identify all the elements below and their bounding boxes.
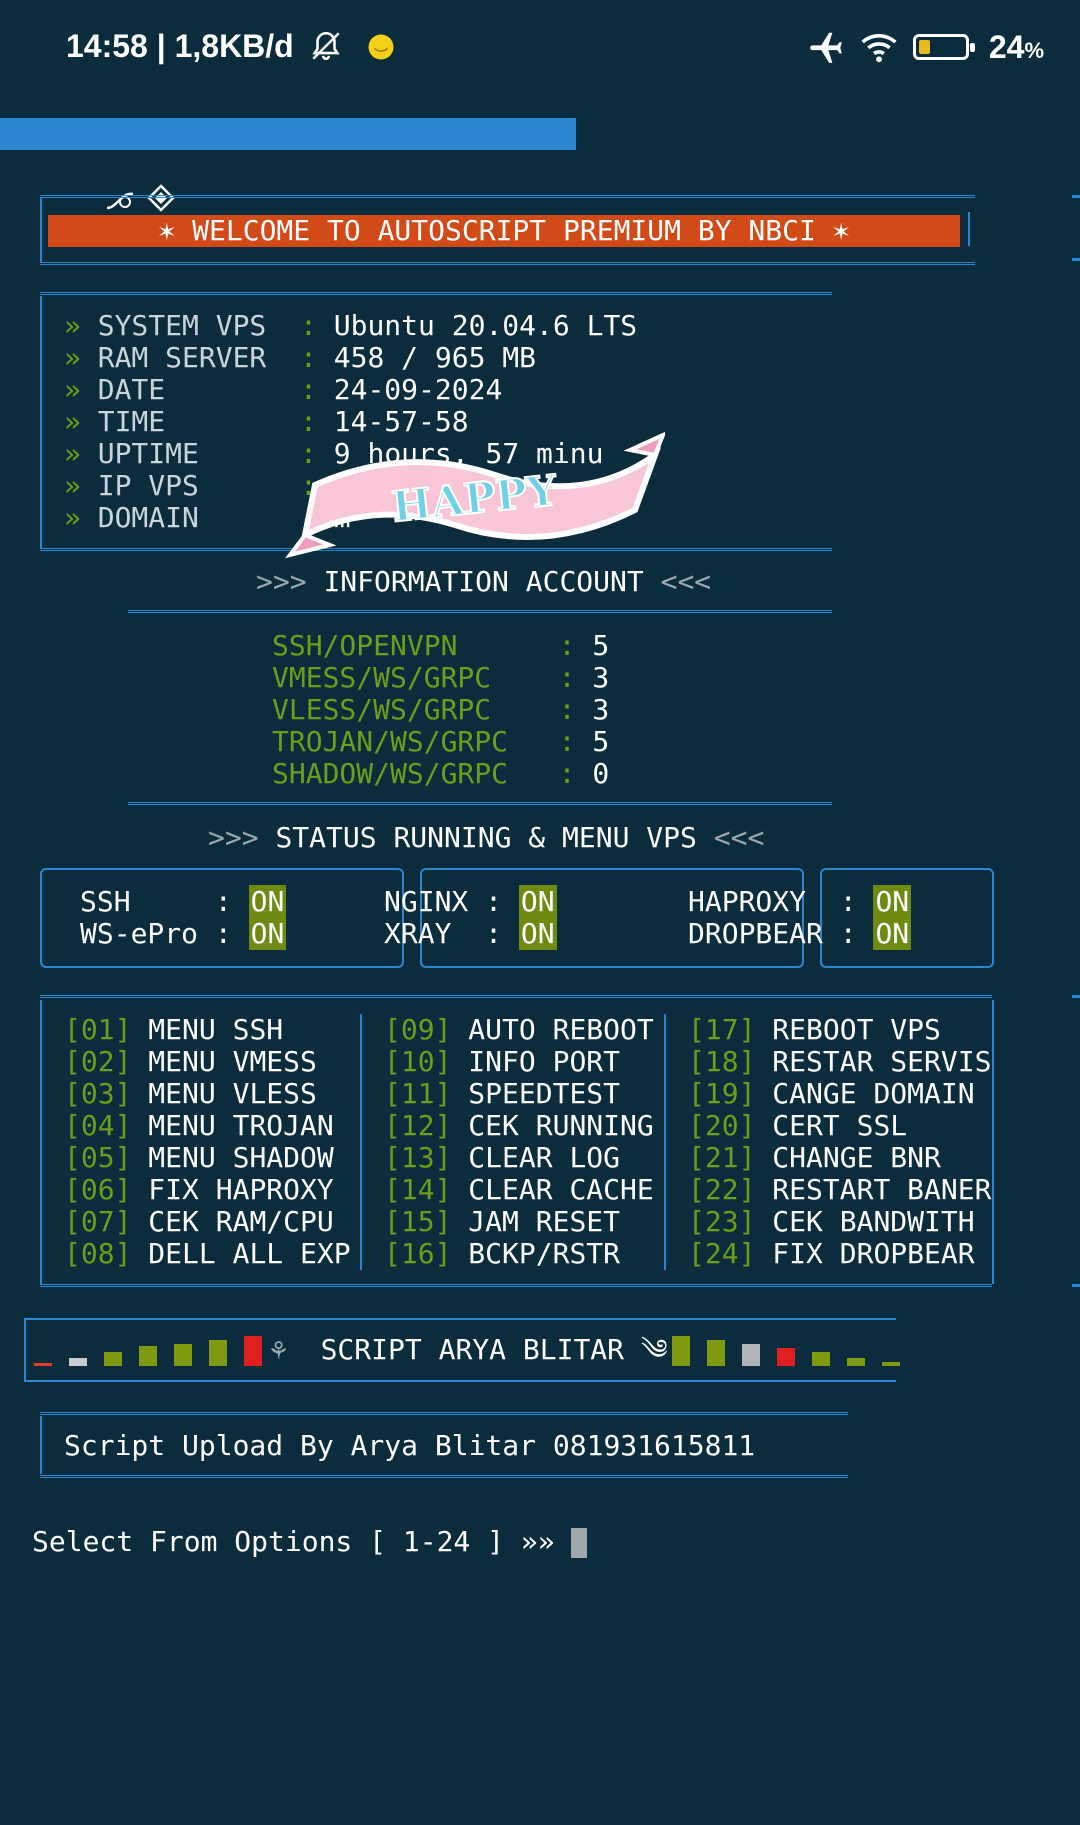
status-left: 14:58 | 1,8KB/d [66,28,396,65]
account-border-bottom [128,802,832,805]
account-row: TROJAN/WS/GRPC : 5 [272,725,610,758]
equalizer-bar [882,1362,900,1366]
menu-item-03[interactable]: [03] MENU VLESS [64,1078,351,1110]
menu-separator [664,1014,666,1270]
network-speed: 1,8KB/d [174,28,294,64]
battery-percent: 24 [988,28,1025,65]
menu-item-22[interactable]: [22] RESTART BANER [688,1174,991,1206]
service-nginx: NGINX : ON [384,885,557,918]
menu-item-07[interactable]: [07] CEK RAM/CPU [64,1206,351,1238]
upload-text: Script Upload By Arya Blitar 08193161581… [64,1429,756,1462]
service-ws-epro: WS-ePro : ON [80,917,287,950]
menu-item-19[interactable]: [19] CANGE DOMAIN [688,1078,991,1110]
equalizer-bar [139,1346,157,1366]
terminal-cursor[interactable] [571,1528,588,1558]
upload-border-bottom [40,1475,848,1478]
menu-item-04[interactable]: [04] MENU TROJAN [64,1110,351,1142]
system-border-top [40,292,832,295]
menu-separator [360,1014,362,1270]
bell-off-icon [311,31,340,60]
equalizer-bar [847,1358,865,1366]
account-border-top [128,610,832,613]
status-right: 24% [807,28,1044,66]
account-row: VMESS/WS/GRPC : 3 [272,661,610,694]
equalizer-bar [812,1352,830,1366]
menu-item-17[interactable]: [17] REBOOT VPS [688,1014,991,1046]
wifi-icon [861,34,897,63]
swirl-icon: ༄ [640,1333,668,1366]
flower-icon: ⚘ [270,1333,287,1366]
equalizer-bar [69,1358,87,1366]
account-row: VLESS/WS/GRPC : 3 [272,693,610,726]
menu-border-bottom [40,1284,992,1287]
emoji-icon [368,34,393,60]
welcome-banner: ✶ WELCOME TO AUTOSCRIPT PREMIUM BY NBCI … [48,215,960,247]
system-row: » SYSTEM VPS : Ubuntu 20.04.6 LTS [64,309,638,342]
menu-item-15[interactable]: [15] JAM RESET [384,1206,654,1238]
menu-column-2: [09] AUTO REBOOT [10] INFO PORT [11] SPEED… [384,1014,654,1270]
menu-item-18[interactable]: [18] RESTAR SERVIS [688,1046,991,1078]
service-ssh: SSH : ON [80,885,287,918]
equalizer-bar [174,1344,192,1366]
system-row: » RAM SERVER : 458 / 965 MB [64,341,537,374]
equalizer-bar [742,1344,760,1366]
equalizer-bar [34,1363,52,1366]
menu-item-14[interactable]: [14] CLEAR CACHE [384,1174,654,1206]
airplane-icon [810,32,842,63]
script-name: ⚘ SCRIPT ARYA BLITAR ༄ [270,1333,668,1366]
menu-column-3: [17] REBOOT VPS [18] RESTAR SERVIS [19] CA… [688,1014,991,1270]
menu-item-23[interactable]: [23] CEK BANDWITH [688,1206,991,1238]
menu-item-13[interactable]: [13] CLEAR LOG [384,1142,654,1174]
battery-icon [912,34,975,60]
equalizer-bar [777,1348,795,1366]
account-list: SSH/OPENVPN : 5 VMESS/WS/GRPC : 3 VLESS/WS… [272,630,609,790]
equalizer-bar [707,1340,725,1366]
account-title: >>> INFORMATION ACCOUNT <<< [256,565,712,598]
status-bar: 14:58 | 1,8KB/d 24% [0,0,1080,100]
menu-item-24[interactable]: [24] FIX DROPBEAR [688,1238,991,1270]
welcome-right-edge [968,212,970,246]
menu-item-16[interactable]: [16] BCKP/RSTR [384,1238,654,1270]
account-row: SHADOW/WS/GRPC : 0 [272,757,610,790]
equalizer-bar [104,1352,122,1366]
menu-item-12[interactable]: [12] CEK RUNNING [384,1110,654,1142]
top-banner: SCRIPT SEDERHANA PENUH CINTA ✥ [0,118,627,253]
battery-unit: % [1024,37,1044,63]
equalizer-bar [209,1340,227,1366]
account-row: SSH/OPENVPN : 5 [272,629,610,662]
menu-item-05[interactable]: [05] MENU SHADOW [64,1142,351,1174]
equalizer-bar [672,1336,690,1366]
menu-border-top [40,995,992,998]
service-dropbear: DROPBEAR : ON [688,917,912,950]
menu-item-09[interactable]: [09] AUTO REBOOT [384,1014,654,1046]
service-xray: XRAY : ON [384,917,557,950]
menu-column-1: [01] MENU SSH [02] MENU VMESS [03] MENU VL… [64,1014,351,1270]
menu-item-10[interactable]: [10] INFO PORT [384,1046,654,1078]
battery-fill [918,40,930,54]
system-row: » DATE : 24-09-2024 [64,373,503,406]
clock: 14:58 [66,28,148,64]
service-haproxy: HAPROXY : ON [688,885,912,918]
happy-sticker: HAPPY [285,431,665,559]
upload-border-top [40,1412,848,1415]
menu-item-06[interactable]: [06] FIX HAPROXY [64,1174,351,1206]
status-title: >>> STATUS RUNNING & MENU VPS <<< [208,821,765,854]
equalizer-bar [244,1336,262,1366]
welcome-border-bottom [40,262,975,265]
menu-item-01[interactable]: [01] MENU SSH [64,1014,351,1046]
option-prompt[interactable]: Select From Options [ 1-24 ] »» [32,1526,588,1558]
menu-item-02[interactable]: [02] MENU VMESS [64,1046,351,1078]
menu-item-08[interactable]: [08] DELL ALL EXP [64,1238,351,1270]
menu-item-11[interactable]: [11] SPEEDTEST [384,1078,654,1110]
menu-item-21[interactable]: [21] CHANGE BNR [688,1142,991,1174]
menu-item-20[interactable]: [20] CERT SSL [688,1110,991,1142]
